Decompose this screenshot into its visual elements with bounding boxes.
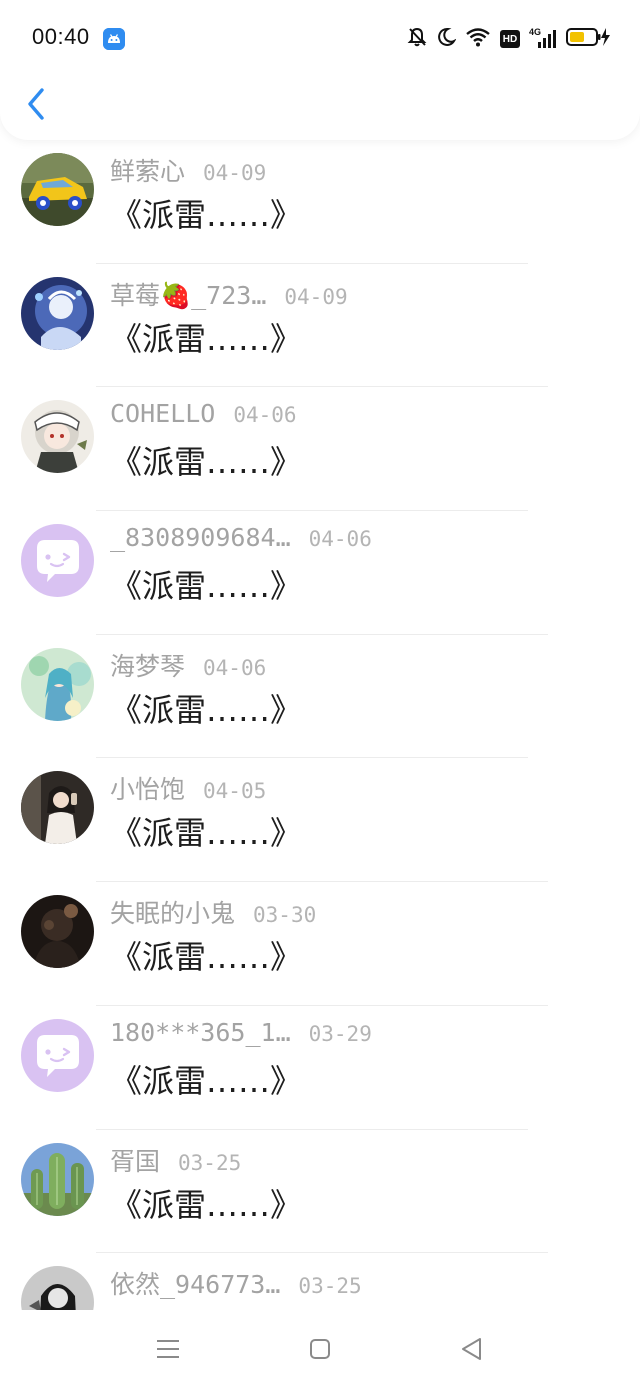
conversation-message: 《派雷……》 xyxy=(110,690,303,729)
status-icons: HD 4G xyxy=(407,27,612,51)
conversation-name: _8308909684… xyxy=(110,523,291,553)
conversation-list: 鲜萦心 04-09 《派雷……》 草莓🍓_723… 04-09 《派雷……》 COHELLO… xyxy=(0,140,640,1310)
conversation-date: 03-30 xyxy=(253,903,317,928)
back-triangle-icon xyxy=(462,1338,481,1360)
default-avatar-icon[interactable] xyxy=(21,1018,94,1092)
conversation-header: 依然_946773… 03-25 xyxy=(110,1265,362,1299)
conversation-name: 失眠的小鬼 xyxy=(110,899,236,929)
conversation-message: 《派雷……》 xyxy=(110,1185,303,1224)
android-app-icon xyxy=(103,28,125,50)
conversation-header: 鲜萦心 04-09 xyxy=(110,152,267,186)
conversation-item[interactable]: 草莓🍓_723… 04-09 《派雷……》 xyxy=(0,264,640,388)
conversation-date: 03-29 xyxy=(308,1021,372,1046)
hd-label: HD xyxy=(502,33,518,45)
conversation-date: 04-05 xyxy=(203,779,267,804)
back-nav-button[interactable] xyxy=(457,1334,487,1364)
conversation-date: 03-25 xyxy=(178,1150,242,1175)
conversation-name: 小怡饱 xyxy=(110,775,186,805)
conversation-item[interactable]: 小怡饱 04-05 《派雷……》 xyxy=(0,758,640,883)
conversation-name: 胥国 xyxy=(110,1146,161,1176)
mute-bell-icon xyxy=(407,26,427,52)
conversation-date: 04-09 xyxy=(284,284,348,309)
conversation-item[interactable]: 鲜萦心 04-09 《派雷……》 xyxy=(0,140,640,264)
conversation-name: 鲜萦心 xyxy=(110,157,186,186)
avatar[interactable] xyxy=(21,400,94,474)
conversation-message: 《派雷……》 xyxy=(110,319,303,358)
conversation-header: 小怡饱 04-05 xyxy=(110,770,267,804)
conversation-date: 04-09 xyxy=(203,161,267,185)
conversation-message: 《派雷……》 xyxy=(110,1303,302,1310)
conversation-header: 胥国 03-25 xyxy=(110,1142,242,1176)
system-nav-bar xyxy=(0,1310,640,1387)
conversation-item[interactable]: 依然_946773… 03-25 《派雷……》 xyxy=(0,1253,640,1310)
signal-4g-icon: 4G xyxy=(529,27,557,50)
conversation-name: COHELLO xyxy=(110,399,216,429)
wifi-icon xyxy=(465,26,491,52)
conversation-header: 海梦琴 04-06 xyxy=(110,647,267,681)
conversation-name: 草莓🍓_723… xyxy=(110,280,267,310)
conversation-item[interactable]: 海梦琴 04-06 《派雷……》 xyxy=(0,635,640,759)
conversation-date: 04-06 xyxy=(233,403,297,428)
moon-icon xyxy=(436,26,457,52)
hd-icon: HD xyxy=(500,30,520,48)
back-button[interactable] xyxy=(18,84,54,124)
conversation-name: 依然_946773… xyxy=(110,1270,281,1300)
conversation-message: 《派雷……》 xyxy=(110,814,303,853)
conversation-header: _8308909684… 04-06 xyxy=(110,523,372,555)
conversation-header: 失眠的小鬼 03-30 xyxy=(110,894,317,928)
avatar[interactable] xyxy=(21,647,94,721)
conversation-message: 《派雷……》 xyxy=(110,443,303,482)
menu-button[interactable] xyxy=(153,1334,183,1364)
conversation-header: 草莓🍓_723… 04-09 xyxy=(110,276,348,310)
conversation-item[interactable]: COHELLO 04-06 《派雷……》 xyxy=(0,387,640,512)
chevron-left-icon xyxy=(28,88,44,120)
avatar[interactable] xyxy=(21,1266,94,1310)
status-bar: 00:40 HD 4G xyxy=(0,0,640,80)
avatar[interactable] xyxy=(21,771,94,845)
conversation-message: 《派雷……》 xyxy=(110,1061,303,1100)
avatar[interactable] xyxy=(21,895,94,969)
avatar[interactable] xyxy=(21,153,94,226)
conversation-message: 《派雷……》 xyxy=(110,938,303,977)
conversation-name: 180***365_1… xyxy=(110,1017,291,1047)
conversation-header: COHELLO 04-06 xyxy=(110,399,297,431)
status-time: 00:40 xyxy=(32,24,90,49)
conversation-item[interactable]: 失眠的小鬼 03-30 《派雷……》 xyxy=(0,882,640,1006)
home-button[interactable] xyxy=(305,1334,335,1364)
conversation-header: 180***365_1… 03-29 xyxy=(110,1018,372,1050)
conversation-message: 《派雷……》 xyxy=(110,567,303,606)
battery-charging-icon xyxy=(566,26,612,52)
conversation-date: 04-06 xyxy=(308,527,372,552)
avatar[interactable] xyxy=(21,276,94,350)
avatar[interactable] xyxy=(21,1142,94,1216)
conversation-item[interactable]: 胥国 03-25 《派雷……》 xyxy=(0,1130,640,1254)
conversation-name: 海梦琴 xyxy=(110,651,186,681)
conversation-date: 03-25 xyxy=(298,1274,362,1299)
conversation-item[interactable]: 180***365_1… 03-29 《派雷……》 xyxy=(0,1006,640,1130)
menu-icon xyxy=(157,1340,179,1358)
conversation-date: 04-06 xyxy=(203,655,267,680)
home-square-icon xyxy=(310,1339,330,1359)
conversation-item[interactable]: _8308909684… 04-06 《派雷……》 xyxy=(0,511,640,635)
conversation-message: 《派雷……》 xyxy=(110,196,303,234)
default-avatar-icon[interactable] xyxy=(21,524,94,598)
top-bar: 00:40 HD 4G xyxy=(0,0,640,140)
